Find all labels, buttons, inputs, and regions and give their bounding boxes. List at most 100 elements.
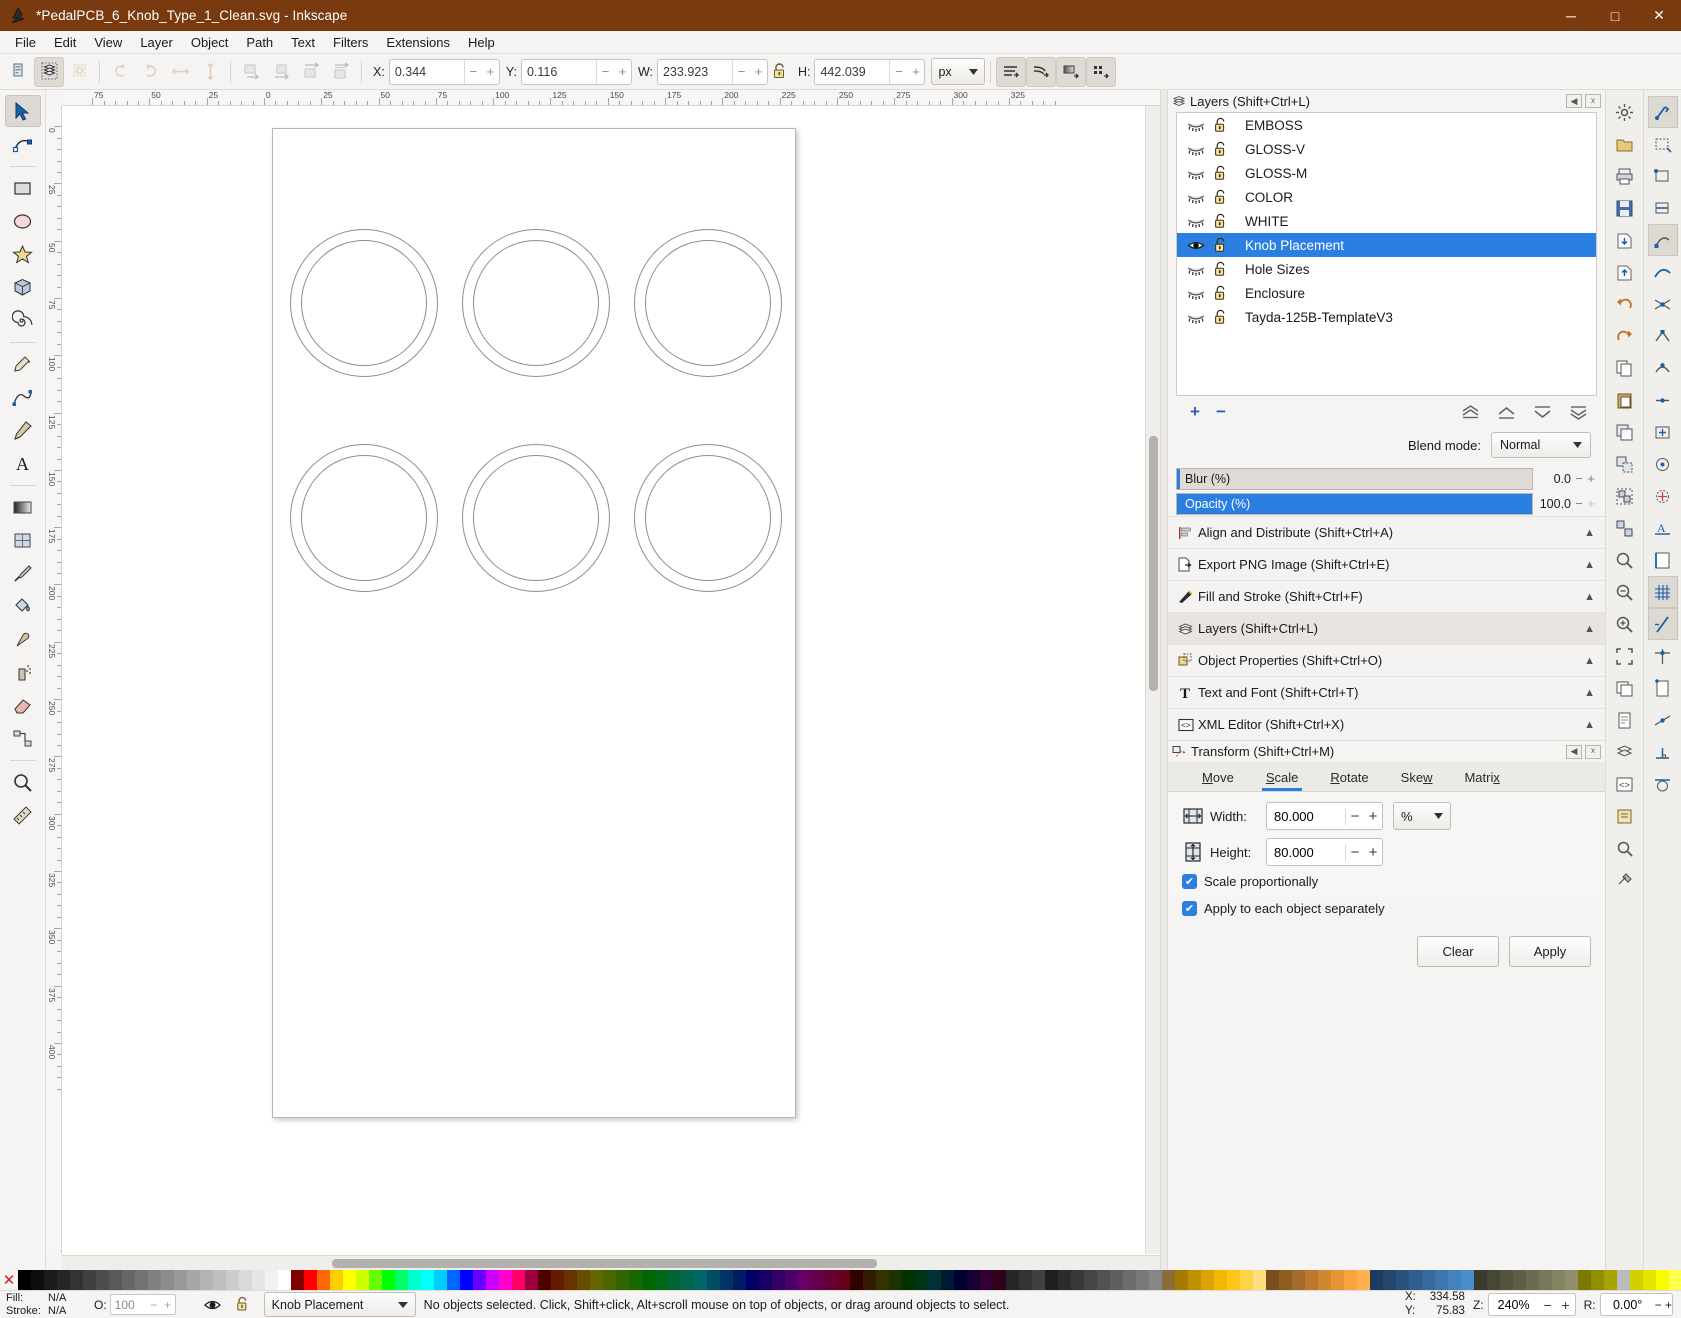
lower-layer-button[interactable]: [1529, 400, 1555, 424]
palette-swatch[interactable]: [343, 1270, 356, 1290]
apply-each-checkbox[interactable]: ✔: [1182, 901, 1197, 916]
remove-layer-button[interactable]: −: [1208, 400, 1234, 424]
snap-smooth-nodes-icon[interactable]: [1648, 352, 1678, 384]
palette-swatch[interactable]: [1370, 1270, 1383, 1290]
palette-swatch[interactable]: [1240, 1270, 1253, 1290]
palette-swatch[interactable]: [18, 1270, 31, 1290]
status-opacity-steppers[interactable]: − +: [147, 1298, 175, 1312]
canvas[interactable]: [62, 106, 1160, 1270]
palette-swatch[interactable]: [603, 1270, 616, 1290]
palette-swatch[interactable]: [1188, 1270, 1201, 1290]
palette-swatch[interactable]: [915, 1270, 928, 1290]
palette-swatch[interactable]: [174, 1270, 187, 1290]
rotate-input[interactable]: [1600, 1294, 1655, 1315]
select-all-icon[interactable]: [4, 57, 34, 87]
layer-lock-icon[interactable]: [1213, 165, 1245, 182]
palette-swatch[interactable]: [889, 1270, 902, 1290]
palette-swatch[interactable]: [1539, 1270, 1552, 1290]
palette-swatch[interactable]: [122, 1270, 135, 1290]
snap-bbox-center-icon[interactable]: [1648, 416, 1678, 448]
accordion-text-font[interactable]: T Text and Font (Shift+Ctrl+T) ▲: [1168, 676, 1605, 708]
accordion-fill-stroke[interactable]: Fill and Stroke (Shift+Ctrl+F) ▲: [1168, 580, 1605, 612]
palette-swatch[interactable]: [1006, 1270, 1019, 1290]
palette-swatch[interactable]: [473, 1270, 486, 1290]
deselect-icon[interactable]: [64, 57, 94, 87]
palette-swatch[interactable]: [876, 1270, 889, 1290]
palette-swatch[interactable]: [798, 1270, 811, 1290]
opacity-input-box[interactable]: − +: [109, 1294, 176, 1315]
snap-page-border-icon[interactable]: [1648, 544, 1678, 576]
menu-layer[interactable]: Layer: [131, 33, 182, 52]
palette-swatch[interactable]: [1214, 1270, 1227, 1290]
pencil-tool[interactable]: [5, 348, 41, 380]
palette-swatch[interactable]: [772, 1270, 785, 1290]
palette-swatch[interactable]: [1253, 1270, 1266, 1290]
palette-swatch[interactable]: [369, 1270, 382, 1290]
canvas-vertical-scrollbar[interactable]: [1145, 106, 1160, 1254]
palette-swatch[interactable]: [161, 1270, 174, 1290]
blur-plus[interactable]: +: [1585, 471, 1597, 486]
connector-tool[interactable]: [5, 722, 41, 754]
layer-row[interactable]: GLOSS-V: [1177, 137, 1596, 161]
snap-rotation-center-icon[interactable]: [1648, 480, 1678, 512]
knob-inner-circle[interactable]: [301, 240, 427, 366]
zoom-selection-icon[interactable]: [1610, 608, 1640, 640]
h-plus[interactable]: +: [907, 60, 924, 84]
layer-visibility-toggle-icon[interactable]: [198, 1297, 228, 1312]
palette-swatch[interactable]: [408, 1270, 421, 1290]
transform-width-input[interactable]: [1267, 803, 1345, 829]
star-tool[interactable]: [5, 238, 41, 270]
palette-swatch[interactable]: [655, 1270, 668, 1290]
menu-edit[interactable]: Edit: [45, 33, 85, 52]
chevron-up-icon[interactable]: ▲: [1584, 623, 1595, 635]
x-input[interactable]: [389, 59, 464, 84]
h-steppers[interactable]: − +: [889, 59, 924, 84]
palette-swatch[interactable]: [720, 1270, 733, 1290]
palette-swatch[interactable]: [967, 1270, 980, 1290]
palette-swatch[interactable]: [863, 1270, 876, 1290]
layer-lock-icon[interactable]: [1213, 189, 1245, 206]
palette-swatch[interactable]: [1604, 1270, 1617, 1290]
palette-swatch[interactable]: [317, 1270, 330, 1290]
tab-rotate[interactable]: Rotate: [1314, 770, 1384, 791]
rotate-cw-90-icon[interactable]: [135, 57, 165, 87]
layer-row[interactable]: EMBOSS: [1177, 113, 1596, 137]
w-steppers[interactable]: − +: [731, 59, 767, 84]
spray-tool[interactable]: [5, 656, 41, 688]
lock-wh-icon[interactable]: [768, 62, 792, 81]
palette-swatch[interactable]: [239, 1270, 252, 1290]
palette-swatch[interactable]: [850, 1270, 863, 1290]
layer-visibility-icon[interactable]: [1187, 191, 1213, 204]
palette-swatch[interactable]: [421, 1270, 434, 1290]
ellipse-tool[interactable]: [5, 205, 41, 237]
layer-lock-icon[interactable]: [1213, 117, 1245, 134]
palette-swatch[interactable]: [1643, 1270, 1656, 1290]
palette-swatch[interactable]: [590, 1270, 603, 1290]
palette-swatch[interactable]: [785, 1270, 798, 1290]
palette-swatch[interactable]: [460, 1270, 473, 1290]
palette-swatch[interactable]: [1474, 1270, 1487, 1290]
transform-height-input[interactable]: [1267, 839, 1345, 865]
palette-swatch[interactable]: [746, 1270, 759, 1290]
palette-swatch[interactable]: [1123, 1270, 1136, 1290]
palette-swatch[interactable]: [902, 1270, 915, 1290]
menu-path[interactable]: Path: [237, 33, 282, 52]
tab-matrix[interactable]: Matrix: [1448, 770, 1515, 791]
palette-swatch[interactable]: [1097, 1270, 1110, 1290]
zoom-drawing-icon[interactable]: [1610, 576, 1640, 608]
x-minus[interactable]: −: [465, 60, 482, 84]
opacity-minus[interactable]: −: [1573, 496, 1585, 511]
transform-height-minus[interactable]: −: [1346, 844, 1364, 861]
menu-filters[interactable]: Filters: [324, 33, 377, 52]
rotate-field[interactable]: − +: [1599, 1293, 1673, 1316]
h-input[interactable]: [815, 59, 890, 84]
layer-lock-icon[interactable]: [1213, 285, 1245, 302]
palette-swatch[interactable]: [1357, 1270, 1370, 1290]
palette-swatch[interactable]: [44, 1270, 57, 1290]
tab-scale[interactable]: Scale: [1250, 770, 1315, 791]
knob-inner-circle[interactable]: [645, 240, 771, 366]
x-plus[interactable]: +: [482, 60, 499, 84]
palette-swatch[interactable]: [330, 1270, 343, 1290]
layer-visibility-icon[interactable]: [1187, 215, 1213, 228]
w-plus[interactable]: +: [750, 60, 767, 84]
